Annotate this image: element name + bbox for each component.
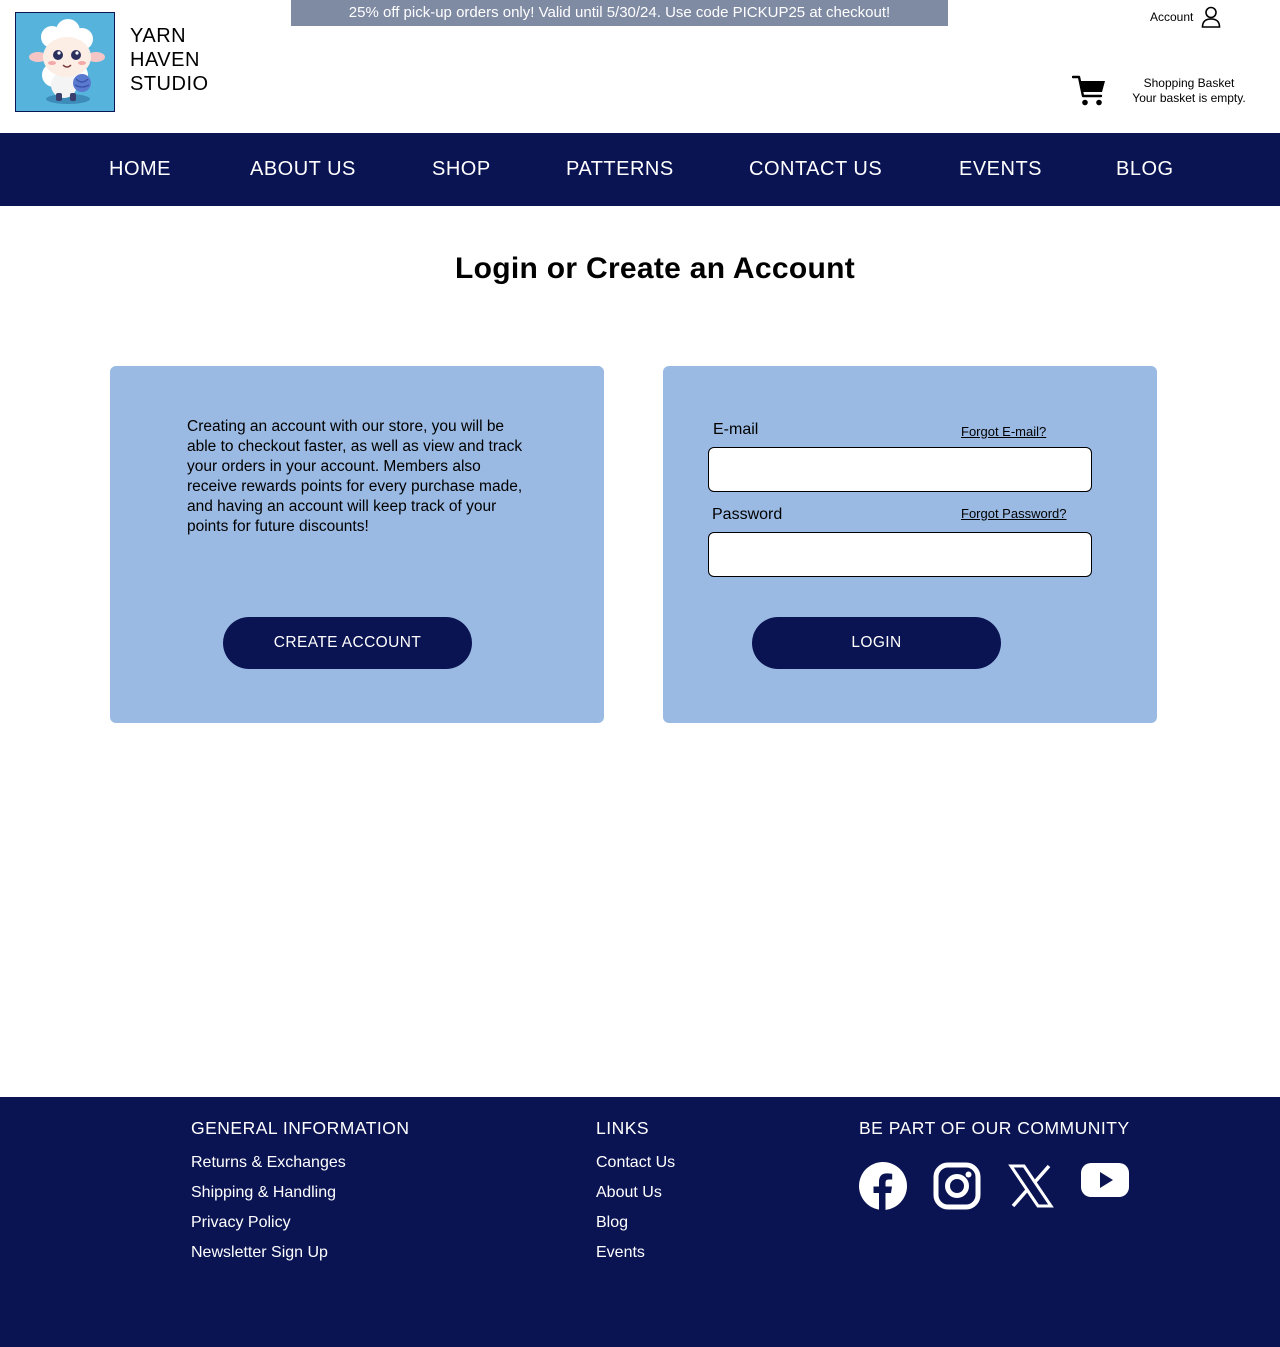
footer-link-events[interactable]: Events bbox=[596, 1244, 645, 1262]
create-account-panel: Creating an account with our store, you … bbox=[110, 366, 604, 723]
cart-icon bbox=[1072, 75, 1105, 106]
password-label: Password bbox=[712, 506, 783, 523]
page-title: Login or Create an Account bbox=[454, 252, 856, 285]
x-icon[interactable] bbox=[1007, 1162, 1055, 1210]
nav-home[interactable]: HOME bbox=[109, 133, 171, 206]
nav-blog[interactable]: BLOG bbox=[1116, 133, 1174, 206]
footer-link-newsletter[interactable]: Newsletter Sign Up bbox=[191, 1244, 328, 1262]
general-info-heading: GENERAL INFORMATION bbox=[191, 1118, 410, 1138]
footer-link-shipping[interactable]: Shipping & Handling bbox=[191, 1184, 336, 1202]
youtube-icon[interactable] bbox=[1081, 1158, 1129, 1206]
main-nav: HOME ABOUT US SHOP PATTERNS CONTACT US E… bbox=[0, 133, 1280, 206]
footer-link-about[interactable]: About Us bbox=[596, 1184, 662, 1202]
basket-title: Shopping Basket bbox=[1143, 76, 1235, 90]
nav-events[interactable]: EVENTS bbox=[959, 133, 1042, 206]
shopping-basket[interactable]: Shopping Basket Your basket is empty. bbox=[1072, 74, 1246, 108]
site-footer: GENERAL INFORMATION Returns & Exchanges … bbox=[0, 1097, 1280, 1347]
brand-line-2: HAVEN bbox=[130, 49, 200, 71]
account-link[interactable]: Account bbox=[1150, 6, 1221, 28]
email-label: E-mail bbox=[713, 421, 759, 438]
community-heading: BE PART OF OUR COMMUNITY bbox=[859, 1118, 1130, 1138]
footer-link-blog[interactable]: Blog bbox=[596, 1214, 628, 1232]
footer-link-returns[interactable]: Returns & Exchanges bbox=[191, 1154, 346, 1172]
brand-line-1: YARN bbox=[130, 25, 187, 47]
forgot-email-link[interactable]: Forgot E-mail? bbox=[961, 424, 1046, 439]
nav-shop[interactable]: SHOP bbox=[432, 133, 491, 206]
login-button[interactable]: LOGIN bbox=[752, 617, 1001, 669]
create-account-button[interactable]: CREATE ACCOUNT bbox=[223, 617, 472, 669]
user-icon bbox=[1202, 6, 1221, 28]
instagram-icon[interactable] bbox=[933, 1162, 981, 1210]
brand-name[interactable]: YARN HAVEN STUDIO bbox=[130, 24, 209, 96]
email-field[interactable] bbox=[708, 447, 1092, 492]
promo-banner: 25% off pick-up orders only! Valid until… bbox=[291, 0, 948, 26]
basket-status: Your basket is empty. bbox=[1132, 91, 1246, 105]
footer-link-contact[interactable]: Contact Us bbox=[596, 1154, 675, 1172]
create-account-description: Creating an account with our store, you … bbox=[187, 418, 523, 535]
brand-line-3: STUDIO bbox=[130, 73, 209, 95]
nav-contact-us[interactable]: CONTACT US bbox=[749, 133, 882, 206]
password-field[interactable] bbox=[708, 532, 1092, 577]
login-panel: E-mail Forgot E-mail? Password Forgot Pa… bbox=[663, 366, 1157, 723]
sheep-mascot-icon[interactable] bbox=[15, 12, 115, 112]
basket-text: Shopping Basket Your basket is empty. bbox=[1114, 76, 1264, 106]
links-heading: LINKS bbox=[596, 1118, 650, 1138]
forgot-password-link[interactable]: Forgot Password? bbox=[961, 506, 1067, 521]
facebook-icon[interactable] bbox=[859, 1162, 907, 1210]
nav-about-us[interactable]: ABOUT US bbox=[250, 133, 356, 206]
account-label: Account bbox=[1150, 10, 1194, 24]
site-header: YARN HAVEN STUDIO 25% off pick-up orders… bbox=[0, 0, 1280, 133]
footer-link-privacy[interactable]: Privacy Policy bbox=[191, 1214, 291, 1232]
nav-patterns[interactable]: PATTERNS bbox=[566, 133, 674, 206]
